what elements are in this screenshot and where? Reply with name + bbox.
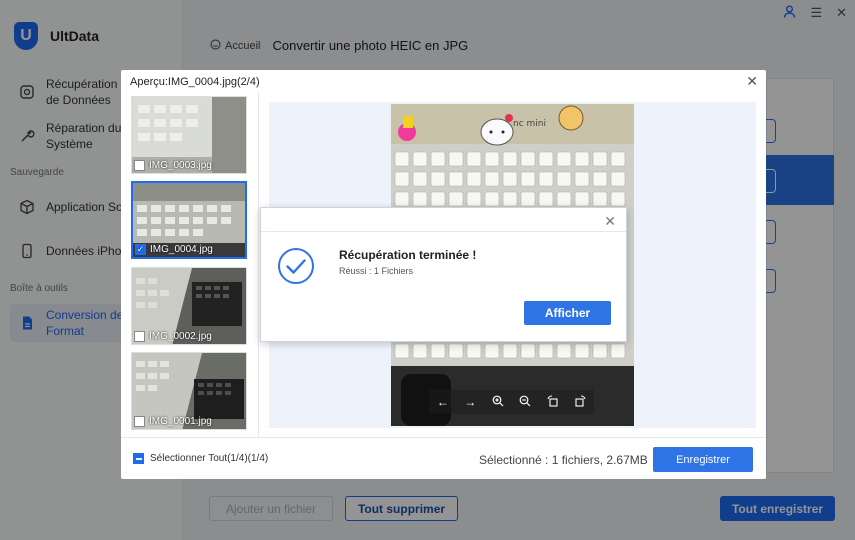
thumbnail-item[interactable]: IMG_0002.jpg bbox=[131, 267, 247, 345]
thumbnail-label: IMG_0001.jpg bbox=[132, 416, 212, 427]
recovery-complete-dialog: ✕ Récupération terminée ! Réussi : 1 Fic… bbox=[260, 207, 627, 342]
thumbnail-checkbox[interactable] bbox=[134, 331, 145, 342]
thumbnail-checkbox[interactable] bbox=[134, 160, 145, 171]
dialog-close-icon[interactable]: ✕ bbox=[604, 213, 616, 230]
previous-arrow-icon[interactable]: ← bbox=[437, 395, 449, 409]
photo-text: nc mini bbox=[513, 119, 546, 129]
thumbnail-filename: IMG_0003.jpg bbox=[149, 160, 212, 171]
success-check-icon bbox=[278, 248, 314, 284]
thumbnail-filename: IMG_0002.jpg bbox=[149, 331, 212, 342]
thumbnail-label: IMG_0002.jpg bbox=[132, 331, 212, 342]
thumbnail-checkbox[interactable]: ✓ bbox=[135, 244, 146, 255]
preview-title: Aperçu:IMG_0004.jpg(2/4) bbox=[130, 76, 260, 88]
thumbnail-filename: IMG_0001.jpg bbox=[149, 416, 212, 427]
thumbnail-checkbox[interactable] bbox=[134, 416, 145, 427]
rotate-left-icon[interactable] bbox=[547, 394, 559, 410]
select-all-checkbox[interactable] bbox=[133, 453, 144, 464]
dialog-title: Récupération terminée ! bbox=[339, 248, 477, 262]
thumbnail-item[interactable]: ✓ IMG_0004.jpg bbox=[131, 181, 247, 259]
thumbnail-item[interactable]: IMG_0001.jpg bbox=[131, 352, 247, 430]
zoom-in-icon[interactable] bbox=[492, 395, 504, 410]
preview-close-icon[interactable]: ✕ bbox=[746, 73, 758, 90]
thumbnail-item[interactable]: IMG_0003.jpg bbox=[131, 96, 247, 174]
preview-footer: Sélectionner Tout(1/4)(1/4) Sélectionné … bbox=[121, 437, 766, 479]
save-button[interactable]: Enregistrer bbox=[653, 447, 753, 472]
select-all-control[interactable]: Sélectionner Tout(1/4)(1/4) bbox=[133, 453, 268, 464]
rotate-right-icon[interactable] bbox=[574, 394, 586, 410]
thumbnail-label: ✓ IMG_0004.jpg bbox=[133, 244, 213, 255]
next-arrow-icon[interactable]: → bbox=[464, 395, 476, 409]
selection-summary: Sélectionné : 1 fichiers, 2.67MB bbox=[479, 453, 648, 467]
show-button[interactable]: Afficher bbox=[524, 301, 611, 325]
zoom-out-icon[interactable] bbox=[519, 395, 531, 410]
dialog-divider bbox=[261, 231, 626, 232]
image-toolbar: ← → bbox=[429, 390, 594, 414]
dialog-subtitle: Réussi : 1 Fichiers bbox=[339, 266, 414, 276]
select-all-label: Sélectionner Tout(1/4)(1/4) bbox=[150, 453, 269, 464]
thumbnail-label: IMG_0003.jpg bbox=[132, 160, 212, 171]
thumbnail-list: IMG_0003.jpg ✓ IMG_0004.jpg IMG_0002.jpg… bbox=[121, 92, 259, 437]
thumbnail-filename: IMG_0004.jpg bbox=[150, 244, 213, 255]
